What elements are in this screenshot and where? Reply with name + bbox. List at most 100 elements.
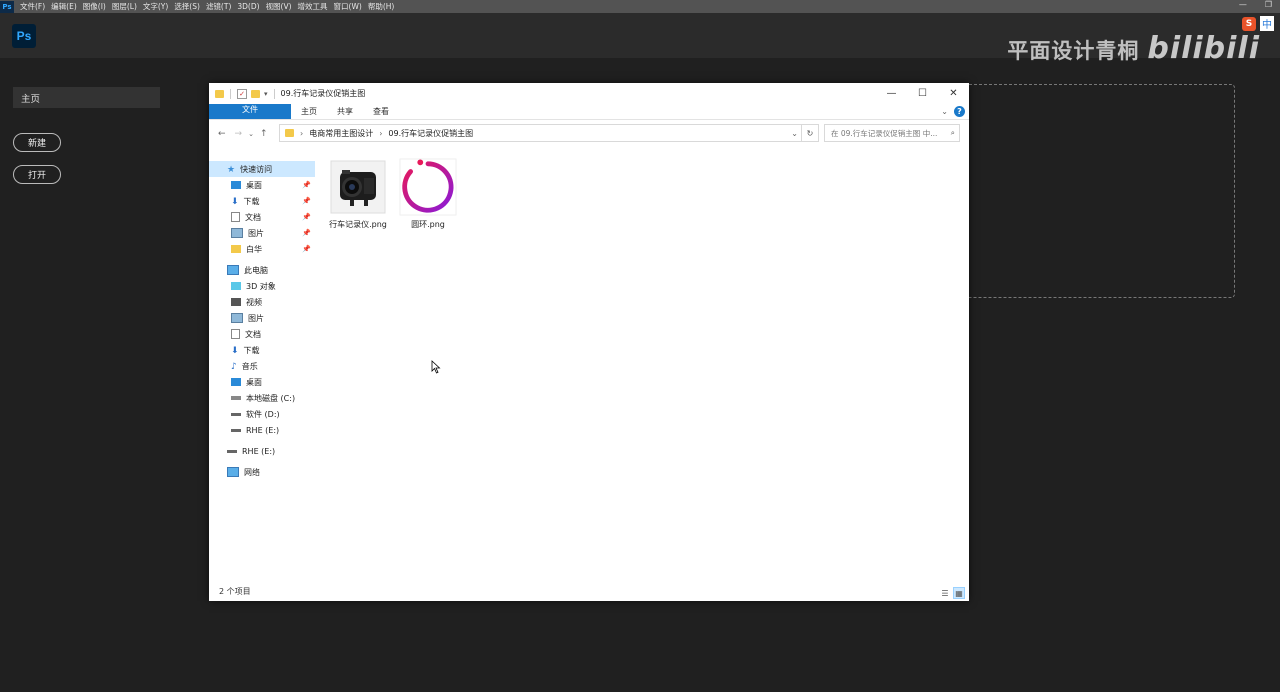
up-icon[interactable]: ↑ xyxy=(260,129,268,139)
properties-icon[interactable]: ✓ xyxy=(237,88,247,99)
nav-label: 本地磁盘 (C:) xyxy=(246,393,296,403)
nav-label: 软件 (D:) xyxy=(246,409,280,419)
recent-locations-icon[interactable]: ⌄ xyxy=(248,130,254,138)
app-window-controls: — ❐ xyxy=(1239,0,1272,9)
sogou-icon[interactable]: S xyxy=(1242,16,1256,31)
address-row: ← → ⌄ ↑ › 电商常用主图设计 › 09.行车记录仪促销主图 ⌄ ↻ 在 … xyxy=(209,120,969,147)
view-toggle: ☰ ▦ xyxy=(939,587,965,599)
nav-videos[interactable]: 视频 xyxy=(209,294,315,310)
address-bar[interactable]: › 电商常用主图设计 › 09.行车记录仪促销主图 ⌄ ↻ xyxy=(279,124,819,142)
chevron-down-icon[interactable]: ⌄ xyxy=(791,129,798,138)
computer-icon xyxy=(227,265,239,275)
ime-toolbar: S 中 xyxy=(1242,16,1274,31)
menu-layer[interactable]: 图层(L) xyxy=(112,1,137,12)
restore-icon[interactable]: ❐ xyxy=(1265,0,1272,9)
menu-3d[interactable]: 3D(D) xyxy=(237,2,259,11)
cube-icon xyxy=(231,282,241,290)
nav-drive-d[interactable]: 软件 (D:) xyxy=(209,406,315,422)
nav-pictures[interactable]: 图片 📌 xyxy=(209,225,315,241)
search-icon: ⌕ xyxy=(950,128,955,137)
menu-select[interactable]: 选择(S) xyxy=(174,1,200,12)
file-item[interactable]: 行车记录仪.png xyxy=(327,158,389,230)
file-name: 圆环.png xyxy=(411,220,445,229)
nav-label: 3D 对象 xyxy=(246,281,276,291)
tab-view[interactable]: 查看 xyxy=(363,104,399,119)
nav-network[interactable]: 网络 xyxy=(209,464,315,480)
desktop-icon xyxy=(231,181,241,189)
menu-window[interactable]: 窗口(W) xyxy=(334,1,362,12)
tab-share[interactable]: 共享 xyxy=(327,104,363,119)
menu-filter[interactable]: 滤镜(T) xyxy=(206,1,231,12)
tab-file[interactable]: 文件 xyxy=(209,104,291,119)
menu-type[interactable]: 文字(Y) xyxy=(143,1,168,12)
nav-label: 下载 xyxy=(243,345,260,355)
quick-access-toolbar: ✓ ▾ xyxy=(215,88,277,99)
help-icon[interactable]: ? xyxy=(954,106,965,117)
ribbon-tabs: 文件 主页 共享 查看 ⌄ ? xyxy=(209,104,969,120)
nav-music[interactable]: ♪ 音乐 xyxy=(209,358,315,374)
menu-file[interactable]: 文件(F) xyxy=(20,1,45,12)
document-icon xyxy=(231,212,240,222)
details-view-icon[interactable]: ☰ xyxy=(939,587,951,599)
search-input[interactable]: 在 09.行车记录仪促销主图 中... ⌕ xyxy=(824,124,960,142)
nav-documents-pc[interactable]: 文档 xyxy=(209,326,315,342)
menu-image[interactable]: 图像(I) xyxy=(83,1,106,12)
nav-this-pc[interactable]: 此电脑 xyxy=(209,262,315,278)
large-icons-view-icon[interactable]: ▦ xyxy=(953,587,965,599)
pin-icon[interactable]: 📌 xyxy=(302,245,311,253)
new-button[interactable]: 新建 xyxy=(13,133,61,152)
pin-icon[interactable]: 📌 xyxy=(302,197,311,205)
nav-rhe-drive[interactable]: RHE (E:) xyxy=(209,443,315,459)
ime-mode[interactable]: 中 xyxy=(1260,16,1274,31)
nav-3d-objects[interactable]: 3D 对象 xyxy=(209,278,315,294)
drive-icon xyxy=(231,428,241,432)
breadcrumb-parent[interactable]: 电商常用主图设计 xyxy=(309,128,373,139)
nav-pictures-pc[interactable]: 图片 xyxy=(209,310,315,326)
expand-ribbon-icon[interactable]: ⌄ xyxy=(941,107,948,116)
customize-toolbar-icon[interactable]: ▾ xyxy=(264,90,268,98)
menu-view[interactable]: 视图(V) xyxy=(266,1,292,12)
pin-icon[interactable]: 📌 xyxy=(302,181,311,189)
pin-icon[interactable]: 📌 xyxy=(302,213,311,221)
nav-drive-e[interactable]: RHE (E:) xyxy=(209,422,315,438)
minimize-icon[interactable]: — xyxy=(876,83,907,104)
ring-thumbnail xyxy=(399,158,457,216)
refresh-icon[interactable]: ↻ xyxy=(801,124,819,142)
nav-quick-access[interactable]: ★ 快速访问 xyxy=(209,161,315,177)
nav-desktop-pc[interactable]: 桌面 xyxy=(209,374,315,390)
menu-plugins[interactable]: 增效工具 xyxy=(298,1,328,12)
open-button[interactable]: 打开 xyxy=(13,165,61,184)
new-folder-icon[interactable] xyxy=(251,89,260,98)
nav-baihua[interactable]: 白华 📌 xyxy=(209,241,315,257)
tab-home[interactable]: 主页 xyxy=(291,104,327,119)
navigation-pane: ★ 快速访问 桌面 📌 ⬇ 下载 📌 文档 📌 图片 📌 白华 📌 此电脑 3D… xyxy=(209,161,315,480)
status-item-count: 2 个项目 xyxy=(219,587,251,596)
menu-help[interactable]: 帮助(H) xyxy=(368,1,395,12)
menu-edit[interactable]: 编辑(E) xyxy=(51,1,77,12)
nav-label: 快速访问 xyxy=(240,164,273,174)
pin-icon[interactable]: 📌 xyxy=(302,229,311,237)
close-icon[interactable]: ✕ xyxy=(938,83,969,104)
drive-icon xyxy=(231,412,241,416)
nav-downloads[interactable]: ⬇ 下载 📌 xyxy=(209,193,315,209)
file-item[interactable]: 圆环.png xyxy=(397,158,459,230)
explorer-title-bar[interactable]: ✓ ▾ 09.行车记录仪促销主图 — ☐ ✕ xyxy=(209,83,969,104)
maximize-icon[interactable]: ☐ xyxy=(907,83,938,104)
nav-documents[interactable]: 文档 📌 xyxy=(209,209,315,225)
minimize-icon[interactable]: — xyxy=(1239,0,1247,9)
separator xyxy=(230,88,231,99)
breadcrumb-current[interactable]: 09.行车记录仪促销主图 xyxy=(388,128,473,139)
nav-downloads-pc[interactable]: ⬇ 下载 xyxy=(209,342,315,358)
back-icon[interactable]: ← xyxy=(218,129,226,139)
nav-desktop[interactable]: 桌面 📌 xyxy=(209,177,315,193)
separator xyxy=(273,88,275,99)
chevron-right-icon[interactable]: › xyxy=(300,129,303,138)
nav-label: 图片 xyxy=(248,313,264,323)
forward-icon[interactable]: → xyxy=(235,129,243,139)
desktop-icon xyxy=(231,378,241,386)
nav-label: 文档 xyxy=(245,329,261,339)
home-tab[interactable]: 主页 xyxy=(13,87,160,108)
star-icon: ★ xyxy=(227,165,236,175)
chevron-right-icon[interactable]: › xyxy=(379,129,382,138)
nav-drive-c[interactable]: 本地磁盘 (C:) xyxy=(209,390,315,406)
